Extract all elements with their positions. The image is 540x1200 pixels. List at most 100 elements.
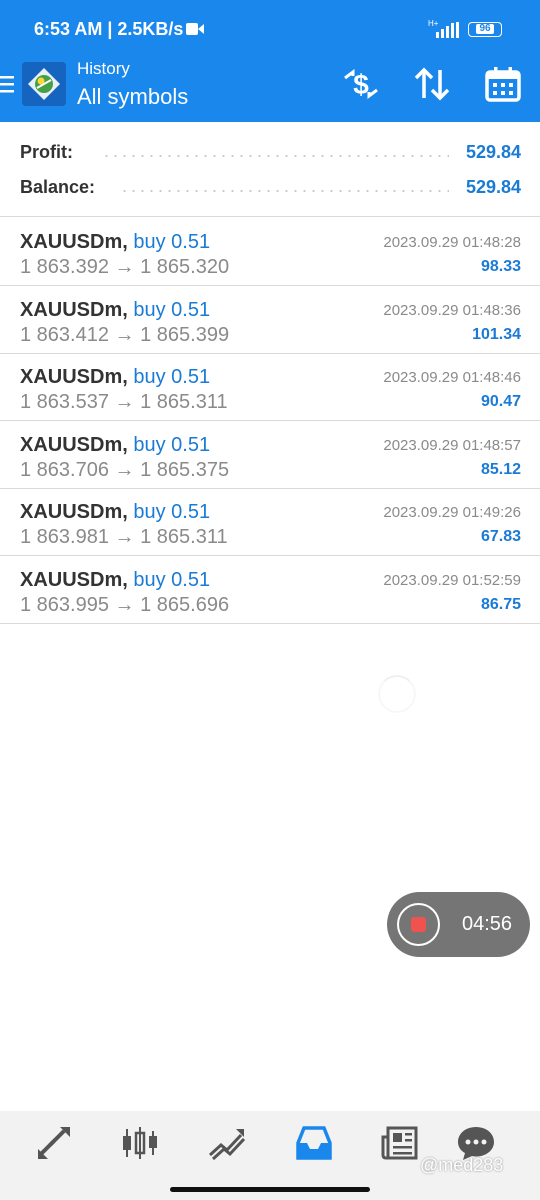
deal-open-price: 1 863.537 [20,391,109,413]
battery-icon: 96 [468,22,502,37]
deal-close-price: 1 865.399 [140,324,230,346]
row-divider [0,623,540,624]
deal-symbol: XAUUSDm, [20,231,128,253]
header-title[interactable]: All symbols [77,84,188,110]
battery-level: 96 [476,24,494,34]
deal-symbol: XAUUSDm, [20,569,128,591]
deal-time: 2023.09.29 01:48:28 [383,234,521,251]
deal-close-price: 1 865.320 [140,256,230,278]
deal-prices: 1 863.392 → 1 865.320 [20,256,229,279]
recording-timer: 04:56 [462,913,513,935]
signal-icon [436,22,459,38]
deal-type: buy 0.51 [133,501,211,523]
deal-prices: 1 863.981 → 1 865.311 [20,526,228,549]
quotes-icon[interactable] [34,1125,74,1161]
deal-arrow: → [114,526,135,548]
deal-title: XAUUSDm, buy 0.51 [20,366,210,389]
history-icon[interactable] [294,1125,334,1161]
deal-close-price: 1 865.311 [140,526,228,548]
status-bar: 6:53 AM | 2.5KB/s H+ 96 [0,0,540,58]
profit-row: Profit: 529.84 [20,142,521,166]
deal-open-price: 1 863.706 [20,459,109,481]
deal-type: buy 0.51 [133,434,211,456]
deal-title: XAUUSDm, buy 0.51 [20,434,210,457]
deal-prices: 1 863.706 → 1 865.375 [20,459,229,482]
dotted-leader [102,155,449,157]
balance-row: Balance: 529.84 [20,177,521,201]
stop-icon [411,917,426,932]
summary-divider [0,216,540,217]
deal-close-price: 1 865.311 [140,391,228,413]
status-time: 6:53 AM | 2.5KB/s [34,19,184,39]
deal-symbol: XAUUSDm, [20,434,128,456]
deal-profit: 98.33 [480,258,521,275]
deal-title: XAUUSDm, buy 0.51 [20,231,210,254]
deal-row[interactable]: XAUUSDm, buy 0.51 1 863.706 → 1 865.375 … [0,422,540,489]
deal-open-price: 1 863.995 [20,594,109,616]
profit-label: Profit: [20,142,73,162]
profit-value: 529.84 [465,142,521,162]
home-indicator[interactable] [170,1187,370,1192]
deal-open-price: 1 863.412 [20,324,109,346]
deal-close-price: 1 865.696 [140,594,230,616]
news-icon[interactable] [380,1125,420,1161]
deal-time: 2023.09.29 01:52:59 [383,572,521,589]
deal-arrow: → [114,391,135,413]
deal-profit: 67.83 [480,528,521,545]
deal-open-price: 1 863.392 [20,256,109,278]
watermark: @med283 [420,1155,504,1175]
deal-profit: 86.75 [480,596,521,613]
app-header: 6:53 AM | 2.5KB/s H+ 96 History All symb… [0,0,540,122]
deal-time: 2023.09.29 01:48:46 [383,369,521,386]
loading-spinner [378,675,416,713]
hamburger-icon[interactable] [0,74,14,94]
metatrader-logo-icon [22,62,66,106]
deal-row[interactable]: XAUUSDm, buy 0.51 1 863.981 → 1 865.311 … [0,489,540,556]
deal-open-price: 1 863.981 [20,526,109,548]
trade-icon[interactable] [207,1125,247,1161]
header-subtitle: History [77,59,130,78]
sort-icon[interactable] [412,64,452,104]
deal-symbol: XAUUSDm, [20,366,128,388]
deal-prices: 1 863.995 → 1 865.696 [20,594,229,617]
deal-close-price: 1 865.375 [140,459,230,481]
screen-recorder-pill[interactable]: 04:56 [387,892,530,957]
deal-type: buy 0.51 [133,231,211,253]
deal-title: XAUUSDm, buy 0.51 [20,569,210,592]
bottom-navigation: @med283 [0,1111,540,1200]
deal-prices: 1 863.537 → 1 865.311 [20,391,228,414]
deal-row[interactable]: XAUUSDm, buy 0.51 1 863.392 → 1 865.320 … [0,219,540,286]
deal-row[interactable]: XAUUSDm, buy 0.51 1 863.995 → 1 865.696 … [0,557,540,624]
app-logo[interactable] [22,62,66,106]
deal-profit: 101.34 [472,326,521,343]
deal-arrow: → [114,256,135,278]
deal-row[interactable]: XAUUSDm, buy 0.51 1 863.412 → 1 865.399 … [0,287,540,354]
deal-time: 2023.09.29 01:48:57 [383,437,521,454]
chart-icon[interactable] [120,1125,160,1161]
dotted-leader [120,190,449,192]
deal-type: buy 0.51 [133,366,211,388]
deal-arrow: → [114,594,135,616]
deal-profit: 85.12 [480,461,521,478]
deal-prices: 1 863.412 → 1 865.399 [20,324,229,347]
dollar-swap-icon[interactable]: $ [341,64,381,104]
deal-row[interactable]: XAUUSDm, buy 0.51 1 863.537 → 1 865.311 … [0,354,540,421]
deal-arrow: → [114,324,135,346]
deal-time: 2023.09.29 01:49:26 [383,504,521,521]
row-divider [0,555,540,556]
deal-arrow: → [114,459,135,481]
deal-type: buy 0.51 [133,299,211,321]
deal-symbol: XAUUSDm, [20,501,128,523]
deal-time: 2023.09.29 01:48:36 [383,302,521,319]
stop-record-button[interactable] [397,903,440,946]
video-record-icon [186,23,204,35]
deal-title: XAUUSDm, buy 0.51 [20,299,210,322]
svg-text:$: $ [353,69,369,100]
balance-label: Balance: [20,177,96,197]
balance-value: 529.84 [465,177,521,197]
row-divider [0,285,540,286]
calendar-icon[interactable] [483,64,523,104]
deal-type: buy 0.51 [133,569,211,591]
deal-title: XAUUSDm, buy 0.51 [20,501,210,524]
deal-symbol: XAUUSDm, [20,299,128,321]
